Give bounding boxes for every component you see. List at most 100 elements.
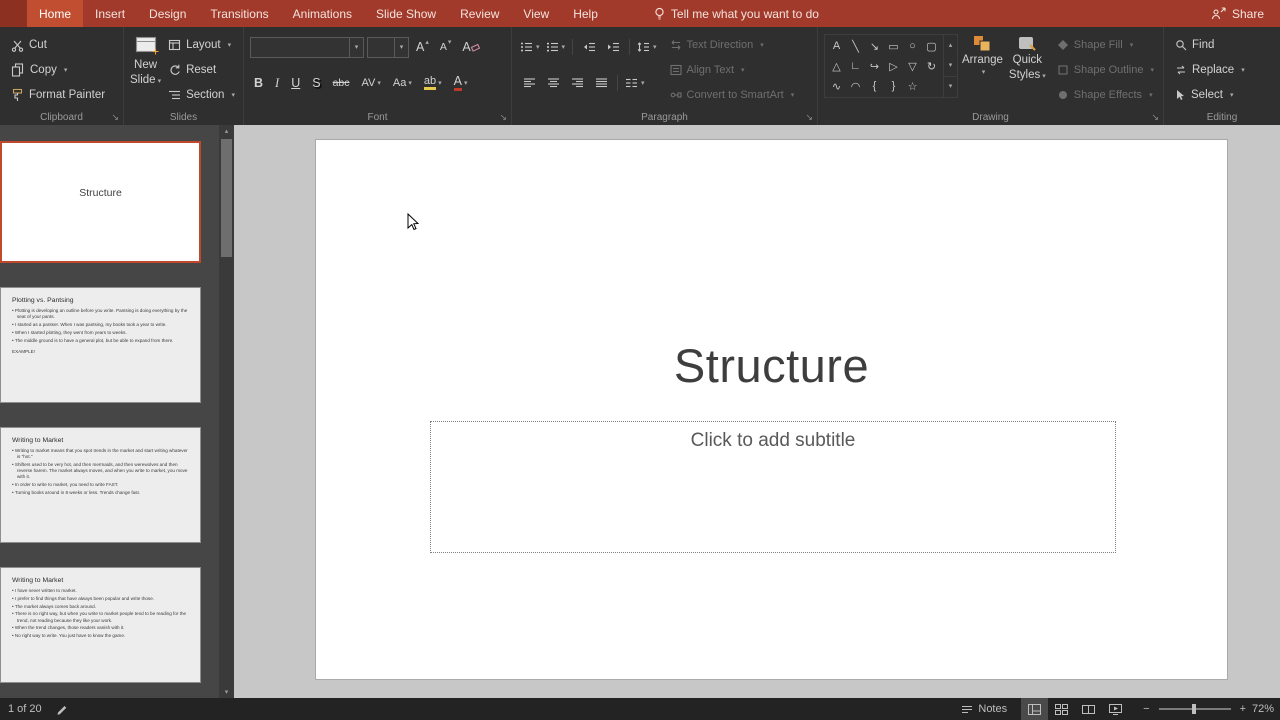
justify-button[interactable] [590, 72, 612, 94]
font-size-combobox[interactable]: ▾ [367, 36, 409, 58]
normal-view-button[interactable] [1021, 698, 1049, 720]
drawing-dialog-launcher-icon[interactable]: ↘ [1151, 113, 1159, 122]
slide-thumbnail-2[interactable]: Plotting vs. Pantsing Plotting is develo… [0, 287, 201, 403]
panel-scrollbar[interactable]: ▴ ▾ [219, 125, 234, 698]
shape-curved-arrow[interactable]: ↪ [865, 56, 884, 76]
tab-help[interactable]: Help [561, 0, 610, 27]
shape-arc[interactable]: ◠ [846, 76, 865, 96]
change-case-button[interactable]: Aa ▾ [389, 72, 416, 94]
increase-indent-button[interactable] [602, 36, 624, 58]
numbering-button[interactable]: ▾ [544, 36, 568, 58]
slide-thumbnail-4[interactable]: Writing to Market I have never written t… [0, 567, 201, 683]
shape-scribble[interactable]: ∿ [827, 76, 846, 96]
section-button[interactable]: Section ▾ [163, 84, 240, 106]
font-name-combobox[interactable]: ▾ [250, 36, 364, 58]
reset-button[interactable]: Reset [163, 59, 240, 81]
slide-title[interactable]: Structure [316, 338, 1227, 393]
quick-styles-button[interactable]: Quick Styles ▾ [1007, 32, 1048, 108]
thumb-bullet: Shifters used to be very hot, and then m… [12, 462, 189, 481]
tab-transitions[interactable]: Transitions [198, 0, 280, 27]
tab-home[interactable]: Home [27, 0, 84, 27]
slide-show-button[interactable] [1102, 698, 1129, 720]
shape-left-brace[interactable]: { [865, 76, 884, 96]
tell-me-box[interactable]: Tell me what you want to do [654, 0, 819, 27]
zoom-out-button[interactable]: − [1143, 703, 1149, 715]
decrease-indent-button[interactable] [578, 36, 600, 58]
zoom-in-button[interactable]: + [1240, 703, 1246, 715]
new-slide-button[interactable]: New Slide ▾ [130, 32, 161, 108]
shape-text-box[interactable]: A [827, 36, 846, 56]
align-right-icon [571, 78, 583, 88]
replace-button[interactable]: Replace ▾ [1170, 59, 1276, 81]
clipboard-dialog-launcher-icon[interactable]: ↘ [111, 113, 119, 122]
shape-arrow[interactable]: ↘ [865, 36, 884, 56]
shape-down-arrow[interactable]: ▽ [903, 56, 922, 76]
text-highlight-color-button[interactable]: ab ▾ [420, 72, 446, 94]
shapes-scroll-up-icon[interactable]: ▴ [944, 35, 957, 55]
shape-line[interactable]: ╲ [846, 36, 865, 56]
increase-font-size-button[interactable]: A ▴ [412, 36, 433, 58]
arrange-button[interactable]: Arrange ▾ [962, 32, 1003, 108]
cut-button[interactable]: Cut [6, 34, 119, 56]
shape-rounded-rectangle[interactable]: ▢ [922, 36, 941, 56]
slide-editor[interactable]: Structure Click to add subtitle [315, 139, 1228, 680]
zoom-percentage[interactable]: 72% [1252, 703, 1280, 715]
italic-button[interactable]: I [271, 72, 283, 94]
shape-elbow[interactable]: ∟ [846, 56, 865, 76]
font-size-caret-icon[interactable]: ▾ [394, 37, 408, 57]
font-dialog-launcher-icon[interactable]: ↘ [499, 113, 507, 122]
scrollbar-up-icon[interactable]: ▴ [219, 125, 234, 137]
find-button[interactable]: Find [1170, 34, 1276, 56]
slide-thumbnail-3[interactable]: Writing to Market Writing to market mean… [0, 427, 201, 543]
shape-star[interactable]: ☆ [903, 76, 922, 96]
format-painter-button[interactable]: Format Painter [6, 84, 119, 106]
tab-design[interactable]: Design [137, 0, 198, 27]
bold-button[interactable]: B [250, 72, 267, 94]
caret-icon: ▾ [1042, 73, 1046, 81]
font-name-caret-icon[interactable]: ▾ [349, 37, 363, 57]
strikethrough-button[interactable]: abc [329, 72, 354, 94]
shape-circular-arrow[interactable]: ↻ [922, 56, 941, 76]
text-shadow-button[interactable]: S [308, 72, 324, 94]
align-right-button[interactable] [566, 72, 588, 94]
subtitle-placeholder[interactable]: Click to add subtitle [430, 421, 1116, 553]
scrollbar-thumb[interactable] [221, 139, 232, 257]
underline-button[interactable]: U [287, 72, 304, 94]
notes-toggle-button[interactable]: Notes [947, 703, 1021, 715]
tab-slide-show[interactable]: Slide Show [364, 0, 448, 27]
scrollbar-down-icon[interactable]: ▾ [219, 686, 234, 698]
copy-button[interactable]: Copy ▾ [6, 59, 119, 81]
shape-right-brace[interactable]: } [884, 76, 903, 96]
clear-formatting-button[interactable]: A [458, 36, 483, 58]
line-spacing-button[interactable]: ▾ [635, 36, 659, 58]
select-button[interactable]: Select ▾ [1170, 84, 1276, 106]
decrease-font-size-button[interactable]: A ▾ [436, 36, 456, 58]
shape-oval[interactable]: ○ [903, 36, 922, 56]
columns-button[interactable]: ▾ [623, 72, 647, 94]
shape-right-arrow[interactable]: ▷ [884, 56, 903, 76]
layout-button[interactable]: Layout ▾ [163, 34, 240, 56]
zoom-slider[interactable] [1158, 704, 1231, 714]
align-left-button[interactable] [518, 72, 540, 94]
bullets-button[interactable]: ▾ [518, 36, 542, 58]
align-center-button[interactable] [542, 72, 564, 94]
shape-rectangle[interactable]: ▭ [884, 36, 903, 56]
font-color-button[interactable]: A ▾ [450, 72, 472, 94]
tab-view[interactable]: View [511, 0, 561, 27]
share-button[interactable]: Share [1195, 0, 1280, 27]
tab-insert[interactable]: Insert [83, 0, 137, 27]
slide-thumbnail-1[interactable]: Structure [0, 141, 201, 263]
paragraph-dialog-launcher-icon[interactable]: ↘ [805, 113, 813, 122]
slide-sorter-view-button[interactable] [1048, 698, 1075, 720]
caret-icon: ▾ [1129, 41, 1134, 49]
tab-animations[interactable]: Animations [281, 0, 364, 27]
zoom-slider-thumb[interactable] [1191, 704, 1196, 714]
reading-view-button[interactable] [1075, 698, 1102, 720]
character-spacing-button[interactable]: AV ▾ [358, 72, 385, 94]
pen-icon[interactable] [56, 703, 69, 715]
app-icon[interactable] [0, 0, 27, 27]
shapes-scroll-down-icon[interactable]: ▾ [944, 55, 957, 75]
shapes-more-icon[interactable]: ▾ [944, 75, 957, 97]
shape-triangle[interactable]: △ [827, 56, 846, 76]
tab-review[interactable]: Review [448, 0, 511, 27]
